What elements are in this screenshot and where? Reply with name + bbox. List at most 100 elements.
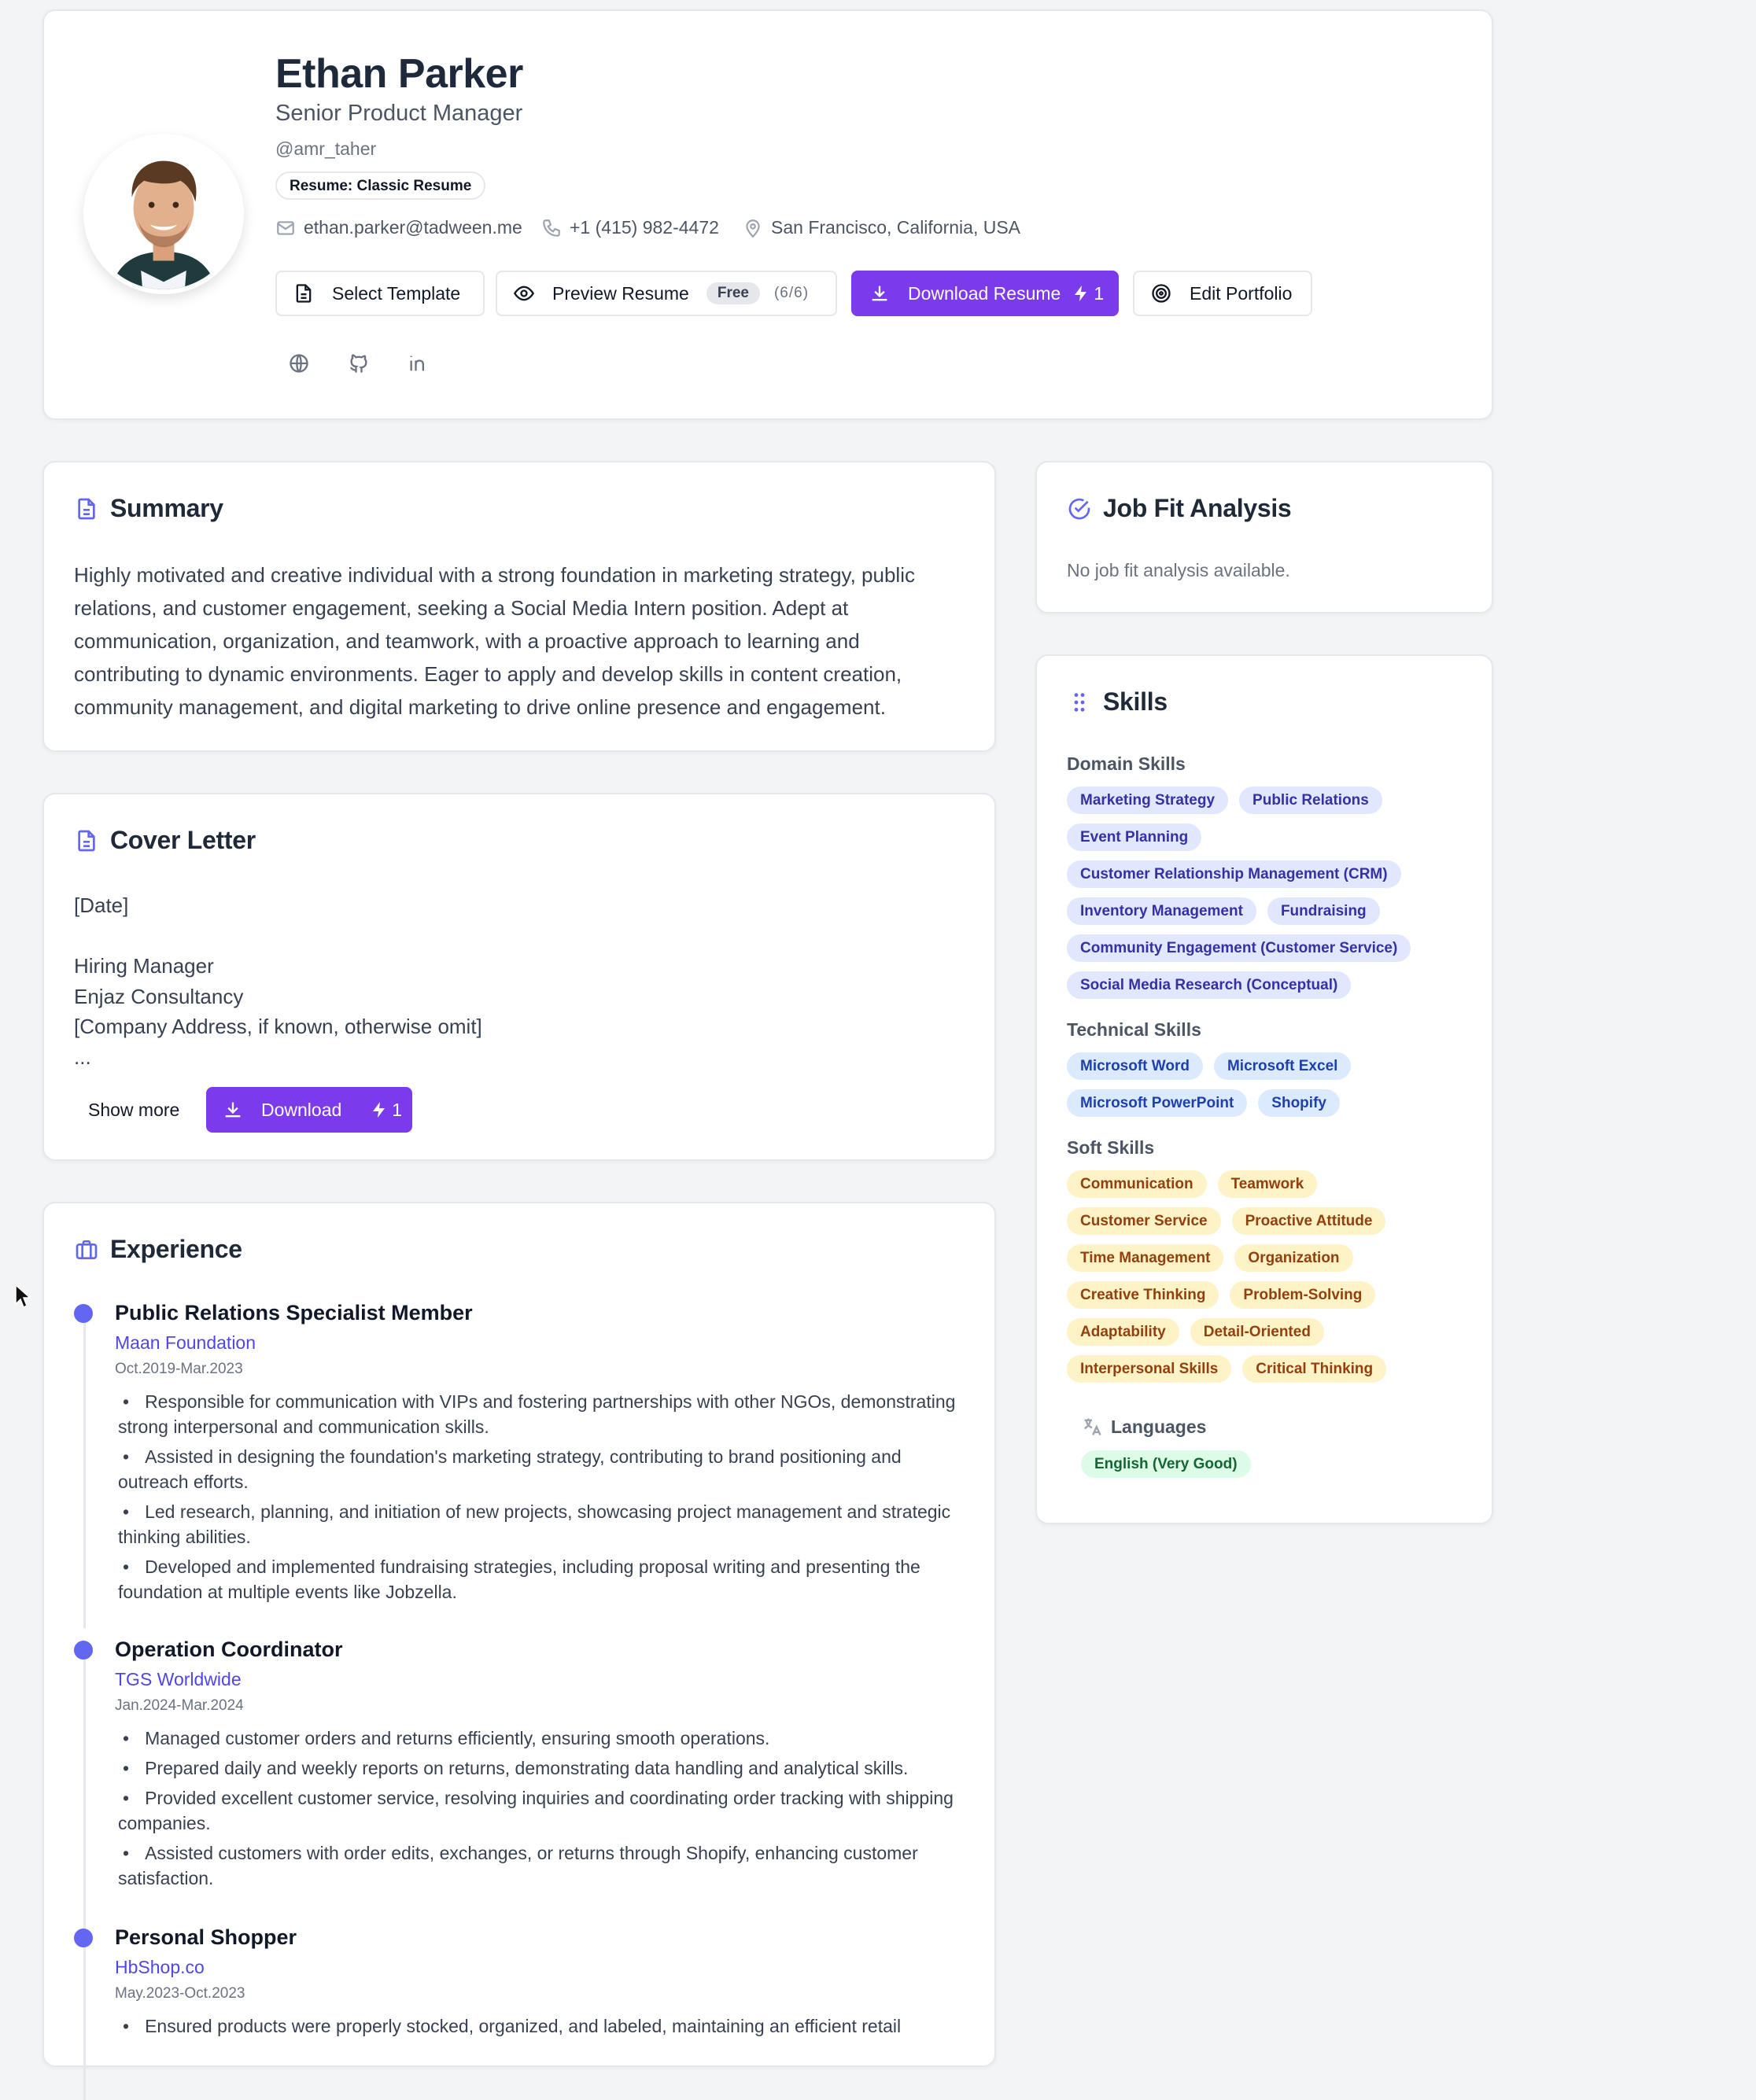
experience-bullet: Provided excellent customer service, res…	[118, 1785, 968, 1836]
experience-bullet: Assisted customers with order edits, exc…	[118, 1840, 968, 1891]
show-more-label: Show more	[88, 1099, 180, 1120]
download-resume-button[interactable]: Download Resume 1	[851, 271, 1119, 316]
phone-contact[interactable]: +1 (415) 982-4472	[541, 217, 719, 238]
profile-title: Senior Product Manager	[275, 101, 523, 126]
profile-name: Ethan Parker	[275, 51, 523, 97]
skill-chip: Communication	[1067, 1170, 1207, 1198]
skills-header: Skills	[1067, 687, 1168, 717]
target-icon	[1152, 284, 1171, 303]
github-icon	[350, 354, 367, 373]
cover-line: ...	[74, 1044, 91, 1069]
github-link[interactable]	[348, 352, 373, 378]
website-link[interactable]	[288, 352, 313, 378]
experience-bullet: Responsible for communication with VIPs …	[118, 1389, 968, 1439]
skill-chip: Inventory Management	[1067, 897, 1256, 925]
experience-company[interactable]: HbShop.co	[115, 1957, 205, 1978]
timeline-line	[83, 1655, 86, 1965]
skill-chip: Organization	[1234, 1244, 1353, 1272]
avatar-portrait	[88, 138, 239, 289]
experience-dates: Jan.2024-Mar.2024	[115, 1697, 244, 1714]
bolt-icon	[1075, 286, 1087, 301]
timeline-dot	[74, 1929, 93, 1947]
languages-list: English (Very Good)	[1081, 1450, 1482, 1478]
domain-skills-list: Marketing Strategy Public Relations Even…	[1067, 787, 1468, 999]
summary-title: Summary	[110, 494, 223, 522]
profile-handle: @amr_taher	[275, 138, 377, 159]
grip-icon	[1074, 692, 1085, 712]
experience-header: Experience	[74, 1235, 242, 1264]
experience-title: Experience	[110, 1235, 242, 1263]
skill-chip: Problem-Solving	[1230, 1281, 1376, 1309]
cover-line: Enjaz Consultancy	[74, 984, 244, 1008]
show-more-button[interactable]: Show more	[74, 1087, 200, 1133]
document-icon	[78, 830, 95, 851]
summary-header: Summary	[74, 494, 223, 523]
skill-chip: Proactive Attitude	[1231, 1207, 1386, 1235]
experience-company[interactable]: TGS Worldwide	[115, 1669, 242, 1690]
preview-count: (6/6)	[773, 285, 810, 301]
skill-chip: Detail-Oriented	[1190, 1318, 1324, 1346]
email-contact[interactable]: ethan.parker@tadween.me	[275, 217, 522, 238]
job-fit-card: Job Fit Analysis No job fit analysis ava…	[1035, 461, 1493, 613]
language-chip: English (Very Good)	[1081, 1450, 1251, 1478]
technical-skills-label: Technical Skills	[1067, 1019, 1201, 1040]
select-template-label: Select Template	[332, 282, 461, 304]
select-template-button[interactable]: Select Template	[275, 271, 485, 316]
languages-label: Languages	[1111, 1416, 1207, 1437]
linkedin-link[interactable]	[408, 352, 433, 378]
cover-letter-download-button[interactable]: Download 1	[206, 1087, 412, 1133]
skill-chip: Event Planning	[1067, 823, 1202, 851]
preview-resume-label: Preview Resume	[552, 282, 689, 304]
preview-resume-button[interactable]: Preview Resume Free (6/6)	[496, 271, 837, 316]
timeline-dot	[74, 1641, 93, 1660]
experience-bullet: Assisted in designing the foundation's m…	[118, 1444, 968, 1494]
bolt-icon	[373, 1102, 386, 1118]
cover-line: Hiring Manager	[74, 954, 214, 978]
briefcase-icon	[76, 1240, 98, 1259]
experience-bullet: Developed and implemented fundraising st…	[118, 1554, 968, 1604]
skill-chip: Public Relations	[1239, 787, 1382, 814]
resume-badge: Resume: Classic Resume	[275, 171, 486, 200]
skill-chip: Fundraising	[1267, 897, 1380, 925]
job-fit-header: Job Fit Analysis	[1067, 494, 1292, 523]
skill-chip: Microsoft Excel	[1213, 1052, 1352, 1080]
phone-text: +1 (415) 982-4472	[570, 217, 719, 238]
experience-dates: May.2023-Oct.2023	[115, 1985, 245, 2002]
credits-indicator: 1	[1072, 283, 1104, 304]
experience-bullet: Prepared daily and weekly reports on ret…	[118, 1756, 968, 1781]
experience-bullets: Responsible for communication with VIPs …	[118, 1389, 968, 1609]
timeline-line	[83, 1943, 86, 2100]
experience-role: Public Relations Specialist Member	[115, 1301, 473, 1324]
skill-chip: Teamwork	[1217, 1170, 1318, 1198]
experience-bullets: Ensured products were properly stocked, …	[118, 2013, 968, 2043]
eye-icon	[513, 286, 535, 301]
credits-count: 1	[1094, 282, 1105, 304]
cover-letter-title: Cover Letter	[110, 826, 256, 854]
experience-bullets: Managed customer orders and returns effi…	[118, 1726, 968, 1896]
skill-chip: Critical Thinking	[1242, 1355, 1387, 1383]
skill-chip: Adaptability	[1067, 1318, 1179, 1346]
skill-chip: Microsoft Word	[1067, 1052, 1203, 1080]
globe-icon	[290, 354, 308, 373]
credits-indicator: 1	[370, 1100, 402, 1121]
document-icon	[78, 498, 95, 519]
map-pin-icon	[746, 219, 760, 238]
job-fit-empty-text: No job fit analysis available.	[1067, 560, 1290, 580]
experience-role: Operation Coordinator	[115, 1638, 343, 1661]
skill-chip: Social Media Research (Conceptual)	[1067, 971, 1352, 999]
edit-portfolio-button[interactable]: Edit Portfolio	[1133, 271, 1312, 316]
translate-icon	[1084, 1418, 1101, 1435]
experience-bullet: Ensured products were properly stocked, …	[118, 2013, 968, 2039]
phone-icon	[543, 219, 560, 237]
timeline-dot	[74, 1304, 93, 1323]
profile-header-card: Ethan Parker Senior Product Manager @amr…	[42, 9, 1493, 420]
email-text: ethan.parker@tadween.me	[304, 217, 522, 238]
technical-skills-list: Microsoft Word Microsoft Excel Microsoft…	[1067, 1052, 1468, 1117]
cover-download-label: Download	[261, 1099, 342, 1120]
domain-skills-label: Domain Skills	[1067, 753, 1186, 774]
experience-company[interactable]: Maan Foundation	[115, 1332, 256, 1354]
experience-bullet: Managed customer orders and returns effi…	[118, 1726, 968, 1751]
skill-chip: Shopify	[1258, 1089, 1340, 1117]
download-icon	[872, 286, 887, 301]
skill-chip: Community Engagement (Customer Service)	[1067, 934, 1411, 962]
